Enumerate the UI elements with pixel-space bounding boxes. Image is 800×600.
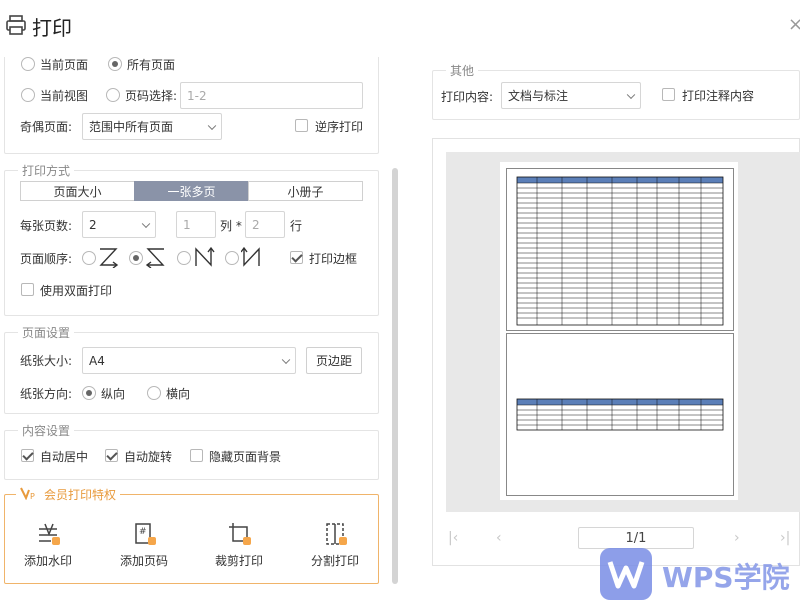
- chevron-down-icon: [626, 90, 636, 99]
- tab-page-size[interactable]: 页面大小: [20, 181, 135, 201]
- page-number-icon: #: [133, 522, 156, 545]
- wps-logo-icon: [600, 548, 652, 600]
- margins-button[interactable]: 页边距: [306, 347, 362, 374]
- auto-center-label: 自动居中: [40, 450, 89, 464]
- vip-add-page-number[interactable]: # 添加页码: [104, 522, 184, 569]
- paper-size-value: A4: [89, 353, 105, 368]
- page-select-input[interactable]: 1-2: [180, 82, 363, 109]
- paper-size-select[interactable]: A4: [82, 347, 296, 374]
- radio-all-pages[interactable]: [108, 57, 122, 71]
- svg-text:P: P: [30, 492, 35, 500]
- order-n-icon: [193, 246, 215, 271]
- wps-watermark-text: WPS学院: [662, 561, 790, 594]
- vip-crown-icon: P: [20, 486, 38, 503]
- columns-unit-label: 列 *: [220, 219, 242, 233]
- vip-add-watermark-label: 添加水印: [23, 554, 72, 568]
- portrait-label: 纵向: [101, 387, 126, 401]
- orientation-label: 纸张方向:: [20, 387, 73, 401]
- tab-multi-page[interactable]: 一张多页: [134, 181, 249, 201]
- paper-size-label: 纸张大小:: [20, 354, 73, 368]
- page-order-label: 页面顺序:: [20, 252, 73, 266]
- duplex-label: 使用双面打印: [40, 284, 113, 298]
- preview-table-2: [516, 398, 724, 431]
- preview-sheet-2: [506, 333, 734, 496]
- chevron-down-icon: [141, 219, 151, 228]
- svg-text:#: #: [139, 527, 147, 537]
- vip-split-print-label: 分割打印: [310, 554, 359, 568]
- radio-current-view[interactable]: [21, 88, 35, 102]
- radio-landscape[interactable]: [147, 386, 161, 400]
- next-page-icon[interactable]: ›: [734, 530, 740, 546]
- order-z-icon: [98, 246, 120, 271]
- odd-even-select[interactable]: 范围中所有页面: [82, 113, 222, 140]
- reverse-print-checkbox[interactable]: [295, 119, 308, 132]
- all-pages-label: 所有页面: [127, 58, 176, 72]
- page-indicator[interactable]: 1/1: [578, 527, 694, 549]
- dialog-title: 打印: [32, 16, 72, 40]
- radio-order-z[interactable]: [82, 251, 96, 265]
- current-view-label: 当前视图: [40, 89, 89, 103]
- first-page-icon[interactable]: |‹: [448, 530, 458, 546]
- chevron-down-icon: [281, 355, 291, 364]
- vip-add-page-number-label: 添加页码: [119, 554, 168, 568]
- auto-rotate-label: 自动旋转: [124, 450, 173, 464]
- tab-booklet[interactable]: 小册子: [248, 181, 363, 201]
- scroll-mask: [4, 44, 384, 57]
- odd-even-value: 范围中所有页面: [89, 120, 174, 134]
- vip-crop-print-label: 裁剪打印: [214, 554, 263, 568]
- rows-input[interactable]: 2: [245, 211, 285, 238]
- auto-center-checkbox[interactable]: [21, 449, 34, 462]
- per-sheet-select[interactable]: 2: [82, 211, 156, 238]
- current-page-label: 当前页面: [40, 58, 89, 72]
- vip-split-print[interactable]: 分割打印: [295, 522, 375, 569]
- radio-current-page[interactable]: [21, 57, 35, 71]
- hide-background-checkbox[interactable]: [190, 449, 203, 462]
- print-content-select[interactable]: 文档与标注: [501, 82, 641, 109]
- split-icon: [324, 522, 347, 545]
- print-border-checkbox[interactable]: [290, 251, 303, 264]
- odd-even-label: 奇偶页面:: [20, 120, 73, 134]
- hide-background-label: 隐藏页面背景: [209, 450, 282, 464]
- vip-crop-print[interactable]: 裁剪打印: [199, 522, 279, 569]
- print-content-label: 打印内容:: [441, 90, 494, 104]
- settings-scrollbar[interactable]: [392, 168, 398, 584]
- printer-icon: [6, 14, 26, 36]
- landscape-label: 横向: [166, 387, 191, 401]
- columns-input[interactable]: 1: [176, 211, 216, 238]
- page-select-label: 页码选择:: [125, 89, 178, 103]
- duplex-checkbox[interactable]: [21, 283, 34, 296]
- order-reverse-n-icon: [240, 246, 263, 271]
- last-page-icon[interactable]: ›|: [780, 530, 790, 546]
- radio-order-reverse-z[interactable]: [129, 251, 143, 265]
- reverse-print-label: 逆序打印: [315, 120, 364, 134]
- auto-rotate-checkbox[interactable]: [105, 449, 118, 462]
- preview-table-1: [516, 176, 724, 326]
- radio-page-select[interactable]: [106, 88, 120, 102]
- vip-add-watermark[interactable]: 添加水印: [8, 522, 88, 569]
- print-border-label: 打印边框: [309, 252, 358, 266]
- page-setup-legend: 页面设置: [18, 324, 75, 341]
- radio-portrait[interactable]: [82, 386, 96, 400]
- rows-unit-label: 行: [290, 219, 303, 233]
- vip-legend: P 会员打印特权: [16, 486, 121, 503]
- per-sheet-label: 每张页数:: [20, 219, 73, 233]
- watermark-icon: [37, 522, 60, 545]
- radio-order-n[interactable]: [177, 251, 191, 265]
- crop-icon: [228, 522, 251, 545]
- other-legend: 其他: [446, 62, 479, 79]
- chevron-down-icon: [207, 121, 217, 130]
- prev-page-icon[interactable]: ‹: [496, 530, 502, 546]
- radio-order-reverse-n[interactable]: [225, 251, 239, 265]
- per-sheet-value: 2: [89, 217, 97, 232]
- print-content-value: 文档与标注: [508, 89, 569, 103]
- preview-sheet-1: [506, 168, 734, 331]
- content-setup-legend: 内容设置: [18, 422, 75, 439]
- print-comments-label: 打印注释内容: [682, 89, 755, 103]
- close-icon[interactable]: ×: [788, 14, 800, 35]
- vip-legend-label: 会员打印特权: [44, 488, 117, 502]
- print-comments-checkbox[interactable]: [662, 88, 675, 101]
- print-mode-legend: 打印方式: [18, 162, 75, 179]
- order-reverse-z-icon: [145, 246, 167, 271]
